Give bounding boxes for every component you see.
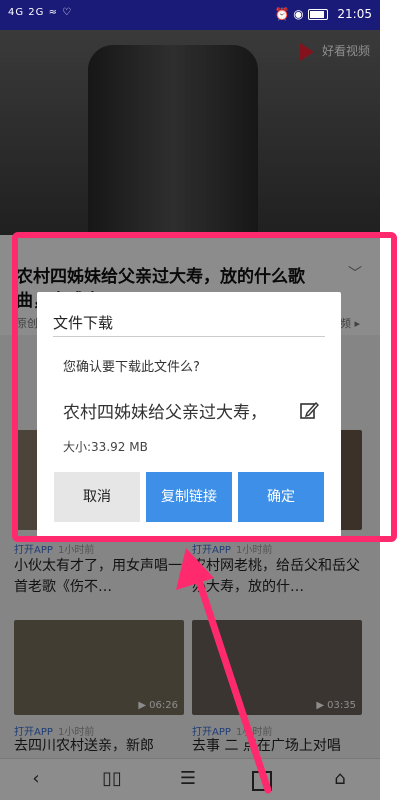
annotation-arrow — [176, 548, 272, 794]
